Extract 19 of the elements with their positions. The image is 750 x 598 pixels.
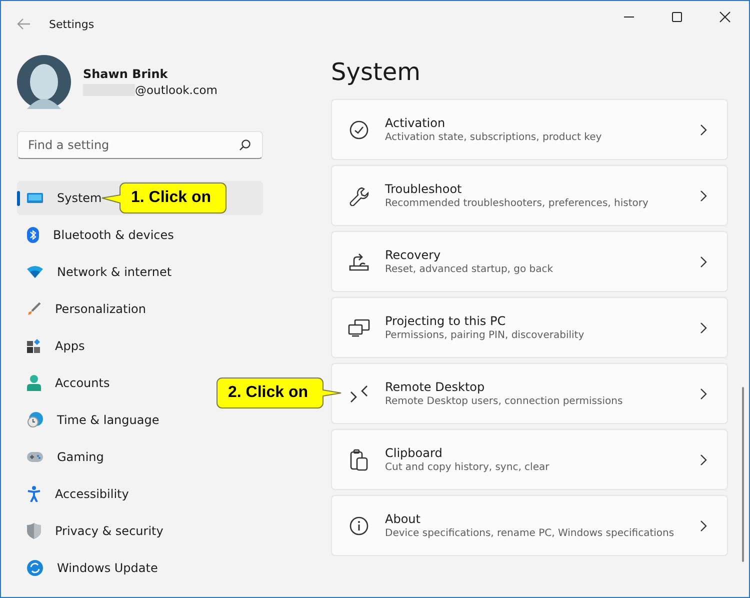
card-description: Permissions, pairing PIN, discoverability [385, 330, 586, 341]
user-name: Shawn Brink [83, 67, 169, 81]
card-title: Projecting to this PC [385, 314, 507, 328]
card-title: Troubleshoot [385, 182, 463, 196]
card-title: About [385, 512, 422, 526]
page-title: System [331, 57, 422, 87]
card-description: Device specifications, rename PC, Windows specifications [385, 528, 676, 539]
card-description: Recommended troubleshooters, preferences, history [385, 198, 650, 209]
card-description: Activation state, subscriptions, product key [385, 132, 603, 143]
user-email: @outlook.com [135, 83, 218, 97]
card-description: Reset, advanced startup, go back [385, 264, 554, 275]
card-title: Clipboard [385, 446, 444, 460]
window-title: Settings [49, 18, 94, 30]
card-description: Remote Desktop users, connection permissions [385, 396, 624, 407]
card-title: Remote Desktop [385, 380, 486, 394]
card-description: Cut and copy history, sync, clear [385, 462, 550, 473]
card-title: Recovery [385, 248, 442, 262]
callout-tooltip: 2. Click on [216, 376, 342, 410]
card-title: Activation [385, 116, 446, 130]
